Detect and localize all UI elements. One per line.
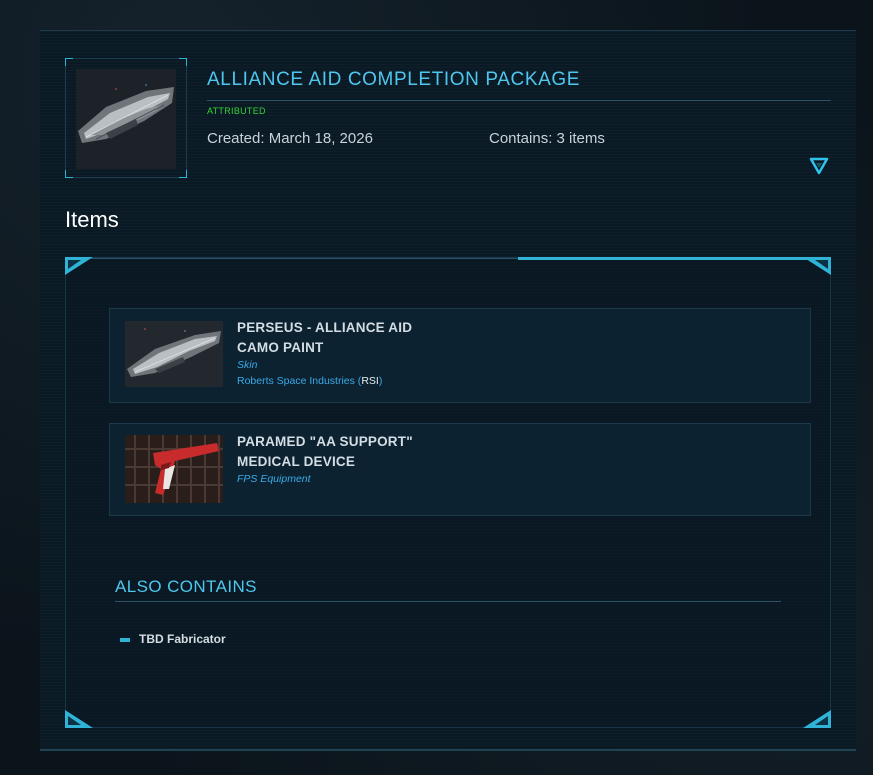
item-name-line-2: MEDICAL DEVICE bbox=[237, 454, 356, 469]
item-manufacturer: Roberts Space Industries (RSI) bbox=[237, 375, 382, 387]
also-contains-title: ALSO CONTAINS bbox=[115, 577, 257, 596]
title-divider bbox=[207, 100, 831, 101]
manufacturer-name: Roberts Space Industries ( bbox=[237, 375, 362, 387]
also-contains-item: TBD Fabricator bbox=[139, 632, 226, 646]
items-section-title: Items bbox=[65, 207, 119, 232]
items-top-accent bbox=[518, 257, 818, 260]
item-card-paramed[interactable]: PARAMED "AA SUPPORT" MEDICAL DEVICE FPS … bbox=[109, 423, 811, 516]
pledge-panel: ALLIANCE AID COMPLETION PACKAGE ATTRIBUT… bbox=[40, 30, 856, 751]
frame-corner bbox=[179, 170, 187, 178]
corner-triangle-icon bbox=[803, 710, 831, 728]
items-container: PERSEUS - ALLIANCE AID CAMO PAINT Skin R… bbox=[65, 257, 831, 728]
list-bullet-icon bbox=[120, 638, 130, 642]
created-date: Created: March 18, 2026 bbox=[207, 130, 373, 147]
item-card-perseus-paint[interactable]: PERSEUS - ALLIANCE AID CAMO PAINT Skin R… bbox=[109, 308, 811, 403]
frame-corner bbox=[65, 170, 73, 178]
item-count: Contains: 3 items bbox=[489, 130, 605, 147]
manufacturer-code: RSI bbox=[361, 375, 379, 387]
package-thumbnail-frame bbox=[65, 58, 187, 178]
triangle-down-icon bbox=[809, 157, 829, 175]
frame-corner bbox=[179, 58, 187, 66]
corner-triangle-icon bbox=[803, 257, 831, 275]
status-badge: ATTRIBUTED bbox=[207, 106, 266, 116]
corner-triangle-icon bbox=[65, 257, 93, 275]
corner-triangle-icon bbox=[65, 710, 93, 728]
item-name-line-2: CAMO PAINT bbox=[237, 340, 324, 355]
package-title: ALLIANCE AID COMPLETION PACKAGE bbox=[207, 69, 581, 90]
package-thumbnail-image bbox=[76, 69, 176, 169]
manufacturer-close: ) bbox=[378, 375, 383, 387]
item-name-line-1: PARAMED "AA SUPPORT" bbox=[237, 434, 413, 449]
frame-corner bbox=[65, 58, 73, 66]
item-thumbnail-ship bbox=[125, 321, 223, 387]
item-thumbnail-medical-device bbox=[125, 435, 223, 503]
also-contains-divider bbox=[115, 601, 781, 602]
expand-button[interactable] bbox=[808, 155, 830, 177]
item-type: Skin bbox=[237, 359, 258, 371]
item-name-line-1: PERSEUS - ALLIANCE AID bbox=[237, 320, 413, 335]
item-type: FPS Equipment bbox=[237, 473, 311, 485]
